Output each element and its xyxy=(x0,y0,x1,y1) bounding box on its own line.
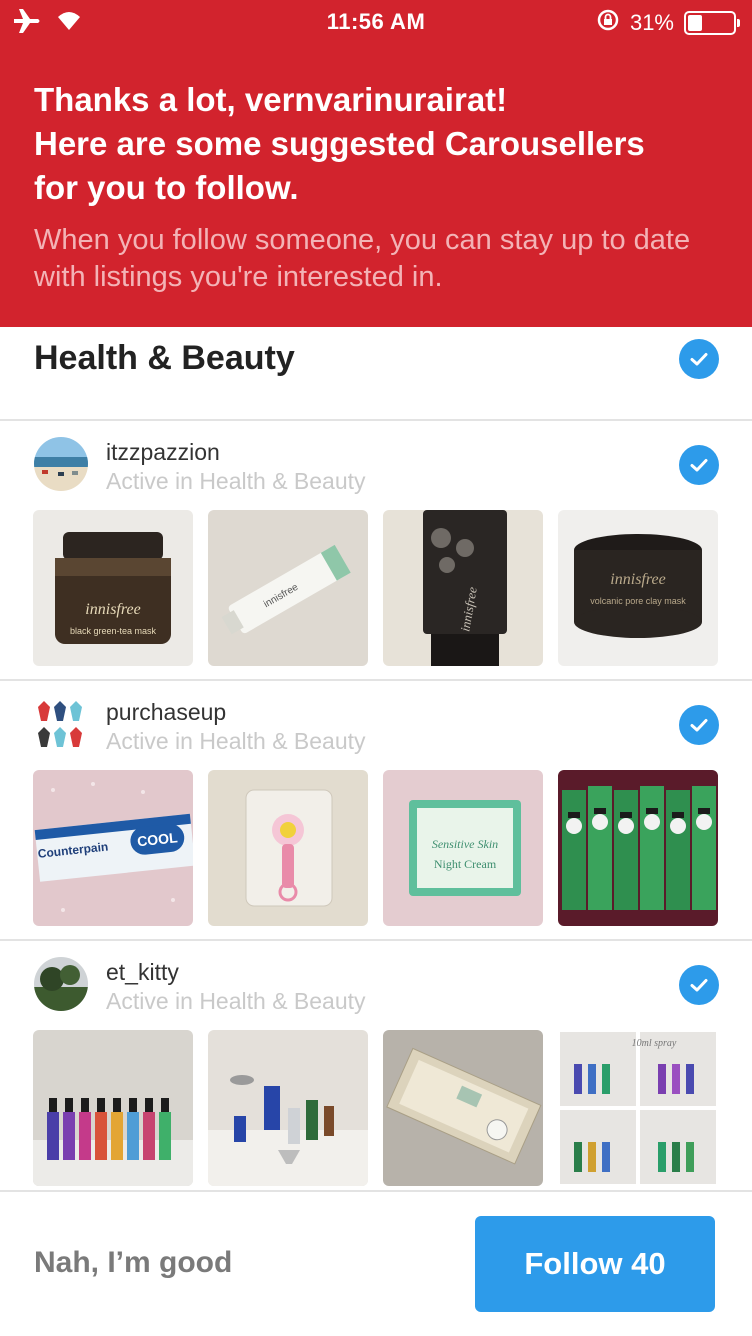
follow-button[interactable]: Follow 40 xyxy=(475,1216,715,1312)
page-title: Thanks a lot, vernvarinurairat! Here are… xyxy=(34,81,645,206)
activity-label: Active in Health & Beauty xyxy=(106,988,366,1014)
listing-thumbnail[interactable] xyxy=(558,770,718,926)
svg-text:10ml spray: 10ml spray xyxy=(632,1038,677,1049)
listing-thumbnail[interactable]: innisfree xyxy=(383,510,543,666)
battery-icon xyxy=(684,11,740,35)
listing-thumbnail[interactable]: innisfree black green-tea mask xyxy=(33,510,193,666)
username[interactable]: itzzpazzion xyxy=(106,439,220,466)
battery-level xyxy=(688,15,702,31)
decline-button[interactable]: Nah, I’m good xyxy=(34,1246,232,1280)
battery-percent: 31% xyxy=(629,10,674,35)
user-row-itzzpazzion[interactable]: itzzpazzion Active in Health & Beauty in… xyxy=(0,421,752,681)
listing-thumbnail[interactable] xyxy=(383,1030,543,1186)
follow-check-icon[interactable] xyxy=(679,965,719,1005)
activity-label: Active in Health & Beauty xyxy=(106,728,366,754)
listing-thumbnail[interactable]: innisfree volcanic pore clay mask xyxy=(558,510,718,666)
activity-label: Active in Health & Beauty xyxy=(106,468,366,494)
listing-thumbnail[interactable]: Counterpain COOL xyxy=(33,770,193,926)
user-row-et-kitty[interactable]: et_kitty Active in Health & Beauty 10ml … xyxy=(0,941,752,1201)
user-row-purchaseup[interactable]: purchaseup Active in Health & Beauty Cou… xyxy=(0,681,752,941)
listing-thumbnail[interactable] xyxy=(208,770,368,926)
header-banner: 11:56 AM 31% Thanks a lot, vernvarinurai… xyxy=(0,0,752,327)
svg-text:volcanic pore clay mask: volcanic pore clay mask xyxy=(590,596,686,606)
listing-thumbnail[interactable] xyxy=(208,1030,368,1186)
category-row[interactable]: Health & Beauty xyxy=(0,327,752,421)
avatar xyxy=(34,697,88,751)
status-bar: 11:56 AM 31% xyxy=(0,0,752,44)
svg-text:innisfree: innisfree xyxy=(85,601,140,618)
listing-thumbnail[interactable]: Sensitive Skin Night Cream xyxy=(383,770,543,926)
category-check-icon[interactable] xyxy=(679,339,719,379)
rotation-lock-icon xyxy=(596,8,620,38)
svg-text:Night Cream: Night Cream xyxy=(434,857,497,871)
svg-text:Sensitive Skin: Sensitive Skin xyxy=(432,837,498,851)
follow-check-icon[interactable] xyxy=(679,445,719,485)
listing-thumbnail[interactable]: 10ml spray xyxy=(558,1030,718,1186)
svg-text:black green-tea mask: black green-tea mask xyxy=(70,626,157,636)
svg-text:innisfree: innisfree xyxy=(610,571,665,588)
listing-thumbnail[interactable] xyxy=(33,1030,193,1186)
page-subtitle: When you follow someone, you can stay up… xyxy=(34,224,691,293)
username[interactable]: purchaseup xyxy=(106,699,226,726)
follow-check-icon[interactable] xyxy=(679,705,719,745)
listing-thumbnail[interactable]: innisfree xyxy=(208,510,368,666)
category-title: Health & Beauty xyxy=(34,339,295,377)
avatar xyxy=(34,437,88,491)
username[interactable]: et_kitty xyxy=(106,959,179,986)
footer-bar: Nah, I’m good Follow 40 xyxy=(0,1190,752,1336)
avatar xyxy=(34,957,88,1011)
